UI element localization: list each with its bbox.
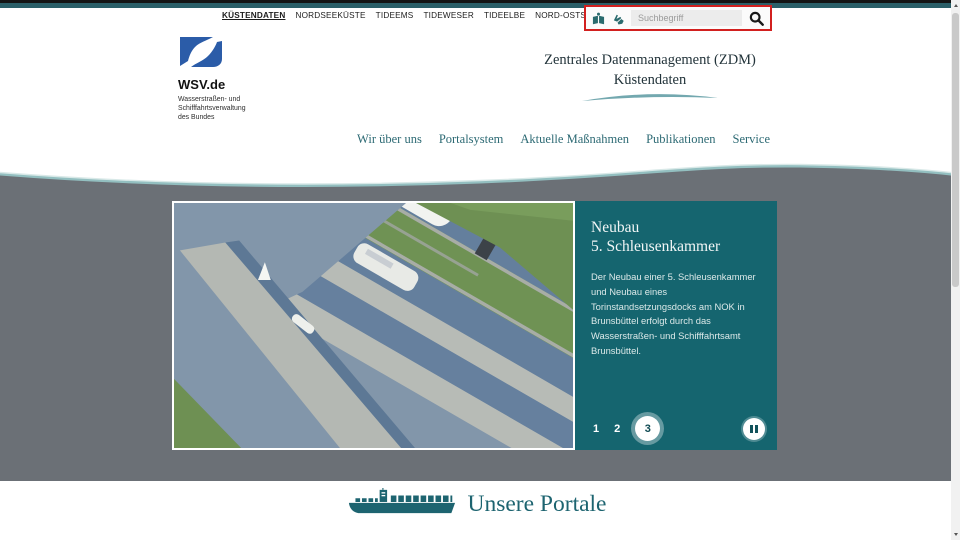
search-icon[interactable]	[748, 10, 765, 27]
easy-language-icon[interactable]	[591, 11, 605, 25]
hero-background-band: Neubau 5. Schleusenkammer Der Neubau ein…	[0, 158, 960, 481]
nav-wir-ueber-uns[interactable]: Wir über uns	[357, 132, 422, 147]
utility-link-kuestendaten[interactable]: KÜSTENDATEN	[222, 11, 285, 20]
utility-link-nordseekueste[interactable]: NORDSEEKÜSTE	[295, 11, 365, 20]
nav-aktuelle-massnahmen[interactable]: Aktuelle Maßnahmen	[520, 132, 629, 147]
logo-title: WSV.de	[178, 77, 226, 92]
slider-pause-icon[interactable]	[743, 417, 765, 440]
wave-divider	[0, 158, 960, 187]
slider-page-1[interactable]: 1	[593, 423, 599, 435]
nav-publikationen[interactable]: Publikationen	[646, 132, 715, 147]
wsv-logo-icon	[178, 37, 224, 72]
search-area-annotation-highlight	[584, 5, 772, 31]
page-title: Zentrales Datenmanagement (ZDM) Küstenda…	[520, 50, 780, 102]
scrollbar-thumb[interactable]	[952, 13, 959, 287]
slider-page-3-active[interactable]: 3	[635, 416, 661, 441]
utility-link-tideweser[interactable]: TIDEWESER	[423, 11, 473, 20]
nav-portalsystem[interactable]: Portalsystem	[439, 132, 504, 147]
utility-link-tideems[interactable]: TIDEEMS	[376, 11, 414, 20]
hero-slide-panel: Neubau 5. Schleusenkammer Der Neubau ein…	[575, 201, 777, 450]
utility-link-tideelbe[interactable]: TIDEELBE	[484, 11, 525, 20]
logo-block[interactable]: WSV.de Wasserstraßen- und Schifffahrtsve…	[178, 36, 288, 122]
search-input[interactable]	[631, 10, 742, 26]
portals-section-header: Unsere Portale	[0, 487, 952, 520]
main-nav: Wir über uns Portalsystem Aktuelle Maßna…	[357, 132, 770, 147]
hero-slide-title: Neubau 5. Schleusenkammer	[591, 219, 721, 255]
sign-language-icon[interactable]	[611, 11, 625, 25]
scrollbar-down-arrow[interactable]	[951, 529, 960, 540]
hero-slider: Neubau 5. Schleusenkammer Der Neubau ein…	[172, 201, 777, 450]
hero-slide-text: Der Neubau einer 5. Schleusenkammer und …	[591, 271, 756, 356]
top-teal-bar	[0, 3, 960, 8]
hero-slide-image[interactable]	[172, 201, 575, 450]
nav-service[interactable]: Service	[733, 132, 770, 147]
portals-heading: Unsere Portale	[467, 490, 607, 517]
slider-page-2[interactable]: 2	[614, 423, 620, 435]
title-swoosh-decoration	[582, 94, 718, 101]
scrollbar[interactable]	[951, 0, 960, 540]
logo-subtitle: Wasserstraßen- und Schifffahrtsverwaltun…	[178, 96, 246, 121]
wsv-kuestendaten-homepage: KÜSTENDATEN NORDSEEKÜSTE TIDEEMS TIDEWES…	[0, 0, 960, 540]
container-ship-icon	[346, 487, 458, 520]
scrollbar-up-arrow[interactable]	[951, 0, 960, 11]
slider-pagination: 1 2 3	[593, 416, 765, 441]
